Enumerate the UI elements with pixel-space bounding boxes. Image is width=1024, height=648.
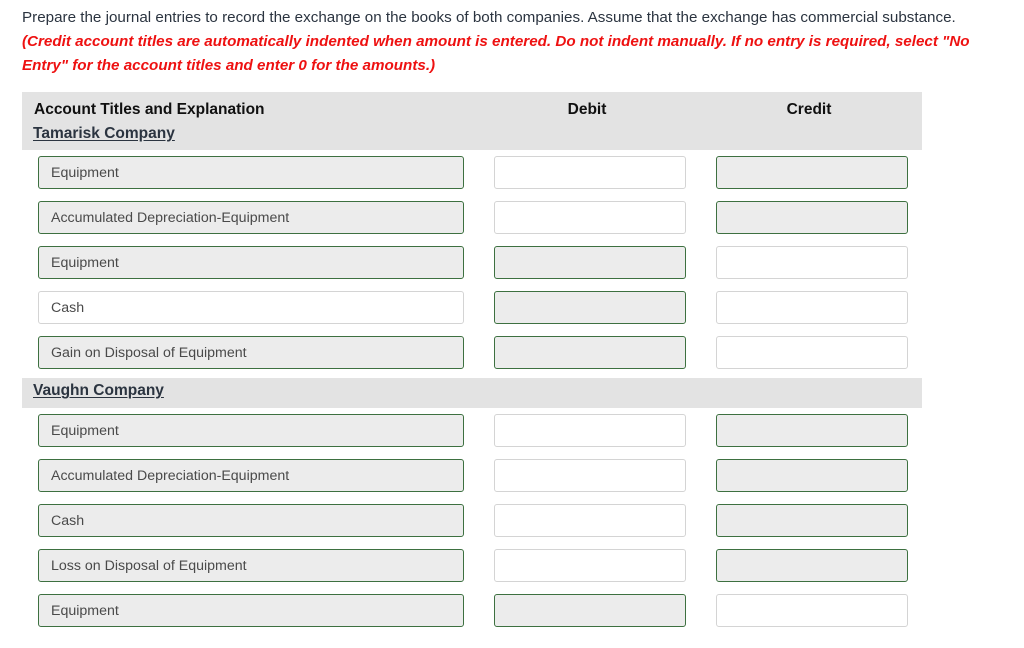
debit-amount-input[interactable] [494,336,686,369]
section-header-row-vaughn: Vaughn Company [22,378,922,408]
debit-amount-input[interactable] [494,549,686,582]
credit-amount-input[interactable] [716,201,908,234]
account-title-select[interactable]: Accumulated Depreciation-Equipment [38,459,464,492]
table-row: Equipment [22,150,922,195]
credit-amount-input[interactable] [716,291,908,324]
table-row: Gain on Disposal of Equipment [22,330,922,375]
section-rows-vaughn: Equipment Accumulated Depreciation-Equip… [22,408,922,633]
column-header-credit: Credit [786,101,832,118]
table-row: Accumulated Depreciation-Equipment [22,195,922,240]
debit-amount-input[interactable] [494,459,686,492]
account-title-select[interactable]: Cash [38,291,464,324]
credit-amount-input[interactable] [716,594,908,627]
credit-amount-input[interactable] [716,336,908,369]
table-row: Equipment [22,408,922,453]
credit-amount-input[interactable] [716,156,908,189]
section-rows-tamarisk: Equipment Accumulated Depreciation-Equip… [22,150,922,375]
debit-amount-input[interactable] [494,504,686,537]
instructions-hint-text: (Credit account titles are automatically… [22,33,970,74]
debit-amount-input[interactable] [494,246,686,279]
credit-amount-input[interactable] [716,414,908,447]
instructions-block: Prepare the journal entries to record th… [0,0,1024,78]
debit-amount-input[interactable] [494,201,686,234]
account-title-select[interactable]: Equipment [38,414,464,447]
section-header-tamarisk-company: Tamarisk Company [33,125,175,142]
instructions-main-text: Prepare the journal entries to record th… [22,9,956,26]
table-row: Accumulated Depreciation-Equipment [22,453,922,498]
debit-amount-input[interactable] [494,291,686,324]
section-header-vaughn-company: Vaughn Company [33,382,164,399]
table-row: Equipment [22,588,922,633]
account-title-select[interactable]: Loss on Disposal of Equipment [38,549,464,582]
column-header-debit: Debit [567,101,607,118]
table-header: Account Titles and Explanation Debit Cre… [22,92,922,150]
table-row: Loss on Disposal of Equipment [22,543,922,588]
table-row: Equipment [22,240,922,285]
table-row: Cash [22,285,922,330]
account-title-select[interactable]: Accumulated Depreciation-Equipment [38,201,464,234]
journal-entry-table: Account Titles and Explanation Debit Cre… [22,92,922,633]
debit-amount-input[interactable] [494,414,686,447]
credit-amount-input[interactable] [716,549,908,582]
debit-amount-input[interactable] [494,156,686,189]
table-row: Cash [22,498,922,543]
account-title-select[interactable]: Equipment [38,156,464,189]
credit-amount-input[interactable] [716,459,908,492]
account-title-select[interactable]: Equipment [38,246,464,279]
account-title-select[interactable]: Equipment [38,594,464,627]
credit-amount-input[interactable] [716,504,908,537]
account-title-select[interactable]: Gain on Disposal of Equipment [38,336,464,369]
account-title-select[interactable]: Cash [38,504,464,537]
credit-amount-input[interactable] [716,246,908,279]
column-header-account-titles: Account Titles and Explanation [34,101,265,118]
debit-amount-input[interactable] [494,594,686,627]
